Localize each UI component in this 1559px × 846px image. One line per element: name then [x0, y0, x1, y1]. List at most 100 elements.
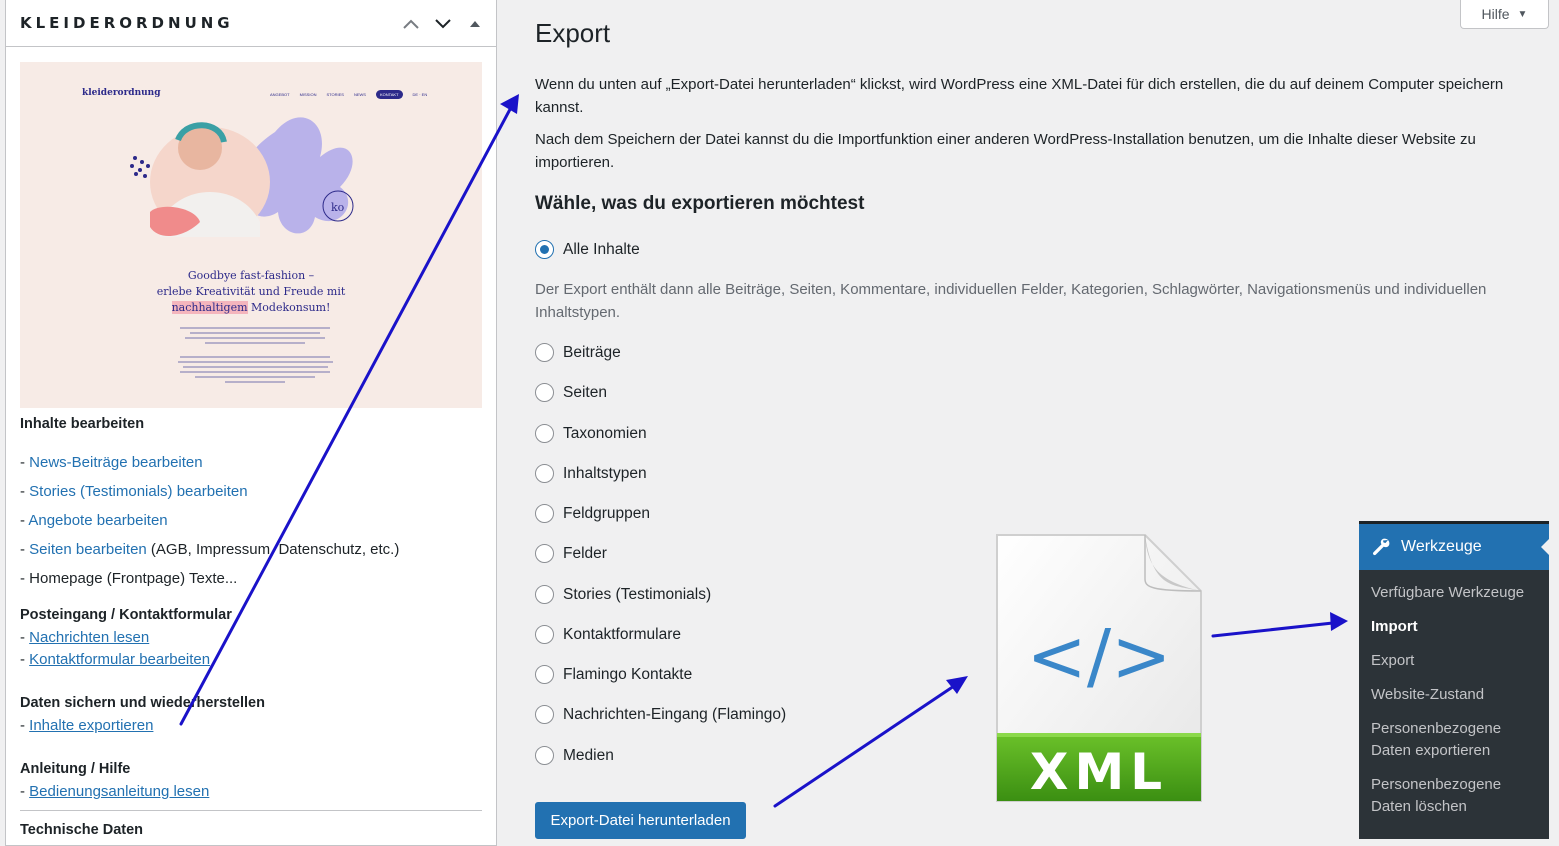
- radio-button[interactable]: [535, 625, 554, 644]
- radio-button[interactable]: [535, 585, 554, 604]
- radio-stories[interactable]: Stories (Testimonials): [535, 585, 711, 604]
- radio-label: Medien: [563, 746, 614, 764]
- dash: -: [20, 783, 30, 800]
- radio-button[interactable]: [535, 383, 554, 402]
- dash: -: [20, 717, 30, 734]
- dash: -: [20, 651, 30, 668]
- radio-button[interactable]: [535, 746, 554, 765]
- link-row: - Kontaktformular bearbeiten: [20, 651, 210, 668]
- radio-button[interactable]: [535, 464, 554, 483]
- menu-item-site-health[interactable]: Website-Zustand: [1359, 684, 1549, 706]
- link-row: - Bedienungsanleitung lesen: [20, 783, 209, 800]
- move-up-icon[interactable]: [400, 14, 422, 34]
- radio-field-groups[interactable]: Feldgruppen: [535, 504, 650, 523]
- preview-headline-line: nachhaltigem Modekonsum!: [20, 300, 482, 316]
- widget-title: KLEIDERORDNUNG: [20, 14, 234, 32]
- link-stories-edit[interactable]: Stories (Testimonials) bearbeiten: [29, 483, 247, 500]
- section-heading-content: Inhalte bearbeiten: [20, 416, 145, 432]
- collapse-toggle-icon[interactable]: [464, 14, 486, 34]
- radio-flamingo-inbox[interactable]: Nachrichten-Eingang (Flamingo): [535, 705, 786, 724]
- link-read-messages[interactable]: Nachrichten lesen: [29, 629, 149, 646]
- kleiderordnung-widget: KLEIDERORDNUNG kleiderordnung ANGEBOT MI…: [5, 0, 497, 846]
- radio-flamingo-contacts[interactable]: Flamingo Kontakte: [535, 665, 692, 684]
- link-suffix: (AGB, Impressum, Datenschutz, etc.): [146, 541, 400, 558]
- link-pages-edit[interactable]: Seiten bearbeiten: [29, 541, 147, 558]
- radio-button-checked[interactable]: [535, 240, 554, 259]
- radio-label: Inhaltstypen: [563, 464, 647, 482]
- dash: -: [20, 629, 30, 646]
- radio-button[interactable]: [535, 665, 554, 684]
- radio-label: Alle Inhalte: [563, 240, 640, 258]
- website-preview-image: kleiderordnung ANGEBOT MISSION STORIES N…: [20, 62, 482, 408]
- section-heading-inbox: Posteingang / Kontaktformular: [20, 607, 232, 623]
- xml-code-glyph: </>: [1027, 614, 1172, 698]
- xml-label: XML: [1030, 743, 1168, 801]
- menu-item-available-tools[interactable]: Verfügbare Werkzeuge: [1359, 582, 1549, 604]
- radio-label: Nachrichten-Eingang (Flamingo): [563, 705, 787, 723]
- arrowhead-icon: [1330, 612, 1348, 631]
- wrench-icon: [1372, 538, 1390, 556]
- widget-controls: [400, 14, 486, 34]
- link-read-manual[interactable]: Bedienungsanleitung lesen: [29, 783, 209, 800]
- import-paragraph: Nach dem Speichern der Datei kannst du d…: [535, 131, 1476, 171]
- radio-label: Taxonomien: [563, 424, 647, 442]
- page-title: Export: [535, 18, 611, 48]
- dash: -: [20, 483, 30, 500]
- preview-headline-line: erlebe Kreativität und Freude mit: [156, 285, 346, 298]
- link-offers-edit[interactable]: Angebote bearbeiten: [28, 512, 167, 529]
- radio-taxonomies[interactable]: Taxonomien: [535, 424, 647, 443]
- radio-pages[interactable]: Seiten: [535, 383, 607, 402]
- xml-file-icon: </> XML: [996, 534, 1202, 802]
- radio-label: Seiten: [563, 383, 607, 401]
- menu-item-export[interactable]: Export: [1359, 650, 1549, 672]
- radio-label: Stories (Testimonials): [563, 585, 712, 603]
- menu-submenu: Verfügbare Werkzeuge Import Export Websi…: [1359, 570, 1549, 839]
- help-tab-label: Hilfe: [1481, 6, 1510, 22]
- link-export-content[interactable]: Inhalte exportieren: [29, 717, 153, 734]
- link-news-edit[interactable]: News-Beiträge bearbeiten: [29, 454, 202, 471]
- section-heading-export-choice: Wähle, was du exportieren möchtest: [535, 193, 865, 214]
- radio-button[interactable]: [535, 424, 554, 443]
- dash: -: [20, 454, 30, 471]
- arrowhead-icon: [946, 676, 968, 694]
- radio-button[interactable]: [535, 544, 554, 563]
- radio-button[interactable]: [535, 705, 554, 724]
- preview-highlight: nachhaltigem: [171, 301, 248, 314]
- admin-tools-menu: Werkzeuge Verfügbare Werkzeuge Import Ex…: [1359, 521, 1549, 839]
- radio-all-content[interactable]: Alle Inhalte: [535, 240, 640, 259]
- link-edit-contact-form[interactable]: Kontaktformular bearbeiten: [29, 651, 210, 668]
- arrow-line: [773, 678, 965, 808]
- section-heading-backup: Daten sichern und wiederherstellen: [20, 695, 265, 711]
- menu-item-export-personal-data[interactable]: Personenbezogene Daten exportieren: [1359, 718, 1509, 762]
- radio-button[interactable]: [535, 343, 554, 362]
- radio-label: Flamingo Kontakte: [563, 665, 693, 683]
- radio-label: Kontaktformulare: [563, 625, 682, 643]
- menu-item-erase-personal-data[interactable]: Personenbezogene Daten löschen: [1359, 774, 1509, 818]
- all-content-description: Der Export enthält dann alle Beiträge, S…: [535, 281, 1487, 321]
- menu-header-label: Werkzeuge: [1401, 538, 1482, 555]
- intro-paragraph: Wenn du unten auf „Export-Datei herunter…: [535, 76, 1504, 116]
- chevron-down-icon: ▼: [1517, 8, 1528, 20]
- radio-label: Feldgruppen: [563, 504, 651, 522]
- help-tab-button[interactable]: Hilfe ▼: [1460, 0, 1549, 29]
- move-down-icon[interactable]: [432, 14, 454, 34]
- homepage-texts: - Homepage (Frontpage) Texte...: [20, 570, 238, 587]
- svg-text:ko: ko: [331, 201, 345, 214]
- menu-item-import[interactable]: Import: [1359, 616, 1549, 638]
- preview-illustration: ko: [130, 117, 354, 237]
- link-row: - Seiten bearbeiten (AGB, Impressum, Dat…: [20, 541, 399, 558]
- radio-button[interactable]: [535, 504, 554, 523]
- preview-body-text: [170, 324, 340, 386]
- radio-posts[interactable]: Beiträge: [535, 343, 621, 362]
- radio-media[interactable]: Medien: [535, 746, 614, 765]
- download-export-button[interactable]: Export-Datei herunterladen: [535, 802, 746, 839]
- radio-fields[interactable]: Felder: [535, 544, 607, 563]
- radio-contact-forms[interactable]: Kontaktformulare: [535, 625, 681, 644]
- menu-header-werkzeuge[interactable]: Werkzeuge: [1359, 524, 1549, 570]
- arrow-line: [1211, 620, 1344, 638]
- section-heading-help: Anleitung / Hilfe: [20, 761, 131, 777]
- link-row: - News-Beiträge bearbeiten: [20, 454, 203, 471]
- radio-content-types[interactable]: Inhaltstypen: [535, 464, 647, 483]
- arrowhead-icon: [500, 94, 519, 114]
- preview-headline-line: Goodbye fast-fashion –: [187, 269, 315, 282]
